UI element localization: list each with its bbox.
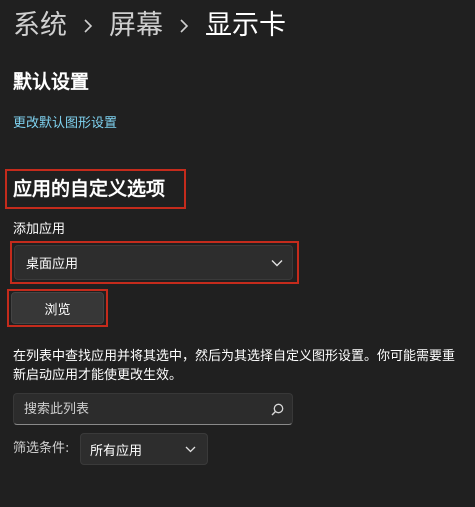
breadcrumb-item-display[interactable]: 屏幕 — [109, 6, 163, 46]
filter-label: 筛选条件: — [13, 441, 70, 456]
search-box[interactable] — [13, 393, 293, 425]
chevron-down-icon — [173, 434, 207, 464]
chevron-right-icon — [67, 6, 109, 46]
highlight-box-browse — [7, 289, 108, 327]
breadcrumb: 系统 屏幕 显示卡 — [13, 6, 286, 46]
add-app-label: 添加应用 — [13, 222, 66, 237]
chevron-right-icon — [163, 6, 205, 46]
description-text: 在列表中查找应用并将其选中，然后为其选择自定义图形设置。你可能需要重新启动应用才… — [13, 349, 456, 383]
highlight-box-select — [10, 241, 299, 284]
filter-select[interactable]: 所有应用 — [80, 433, 208, 465]
search-icon[interactable] — [262, 394, 292, 424]
highlight-box-heading — [5, 169, 186, 209]
filter-select-value: 所有应用 — [90, 443, 143, 459]
default-settings-heading: 默认设置 — [13, 71, 90, 93]
breadcrumb-item-system[interactable]: 系统 — [13, 6, 67, 46]
page-title: 显示卡 — [205, 10, 286, 41]
search-input[interactable] — [14, 393, 262, 425]
change-default-graphics-link[interactable]: 更改默认图形设置 — [13, 113, 117, 135]
